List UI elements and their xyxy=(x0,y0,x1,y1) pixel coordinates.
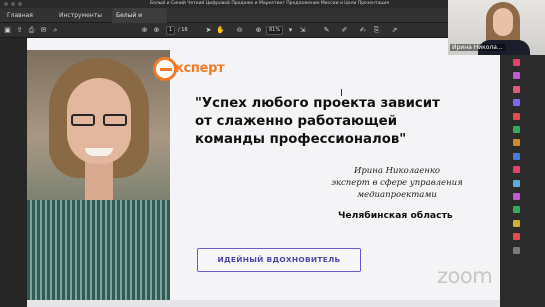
zoom-out-icon[interactable]: ⊖ xyxy=(235,26,244,35)
author-block: Ирина Николаенко эксперт в сфере управле… xyxy=(327,165,467,201)
sidebar-tool-icon[interactable] xyxy=(513,99,520,107)
webcam-tile[interactable]: Ирина Никола... xyxy=(448,0,545,55)
slide-quote: "Успех любого проекта зависит от слаженн… xyxy=(195,96,440,147)
sidebar-tool-icon[interactable] xyxy=(513,166,520,174)
participant-name: Ирина Никола... xyxy=(450,44,505,51)
logo-word: ксперт xyxy=(175,61,225,76)
sidebar-tool-icon[interactable] xyxy=(513,246,520,254)
window-controls xyxy=(4,2,22,6)
zoom-dropdown-icon[interactable]: ▾ xyxy=(286,26,295,35)
upload-icon[interactable]: ⇪ xyxy=(15,26,24,35)
page-number-input[interactable]: 1 xyxy=(166,26,175,35)
tab-document[interactable]: Белый и Синий Ч... × xyxy=(112,8,167,34)
search-icon[interactable]: ⌕ xyxy=(51,26,60,35)
select-cursor-icon[interactable]: ➤ xyxy=(204,26,213,35)
sidebar-tool-icon[interactable] xyxy=(513,139,520,147)
left-panel xyxy=(0,38,27,307)
glasses xyxy=(71,114,129,126)
mail-icon[interactable]: ✉ xyxy=(39,26,48,35)
sidebar-tool-icon[interactable] xyxy=(513,59,520,66)
highlight-icon[interactable]: ✐ xyxy=(340,26,349,35)
share-icon[interactable]: ⇗ xyxy=(390,26,399,35)
title-bar: Белый и Синий Четкий Цифровой Продажи и … xyxy=(0,0,448,8)
tab-tools[interactable]: Инструменты xyxy=(55,8,106,23)
comment-icon[interactable]: ✎ xyxy=(322,26,331,35)
tools-sidebar xyxy=(500,55,545,307)
sidebar-tool-icon[interactable] xyxy=(513,233,520,241)
presentation-slide: ксперт "Успех любого проекта зависит от … xyxy=(27,38,500,300)
close-window-button[interactable] xyxy=(4,2,8,6)
role-badge: ИДЕЙНЫЙ ВДОХНОВИТЕЛЬ xyxy=(197,248,361,272)
toolbar: ▣ ⇪ ⎙ ✉ ⌕ ⊕ ⊕ 1 / 16 ➤ ✋ ⊖ ⊕ 81% ▾ ⇲ ✎ ✐… xyxy=(0,23,448,38)
fit-page-icon[interactable]: ⇲ xyxy=(298,26,307,35)
tab-bar: Главная Инструменты Белый и Синий Ч... × xyxy=(0,8,448,34)
zoom-watermark: zoom xyxy=(437,264,493,288)
maximize-window-button[interactable] xyxy=(18,2,22,6)
sidebar-tool-icon[interactable] xyxy=(513,179,520,187)
hand-icon[interactable]: ✋ xyxy=(216,26,225,35)
tab-home-label: Главная xyxy=(7,12,33,19)
tab-home[interactable]: Главная xyxy=(3,8,37,23)
stamp-icon[interactable]: ⎘ xyxy=(372,26,381,35)
author-role: эксперт в сфере управления медиапроектам… xyxy=(331,178,463,200)
zoom-in-icon[interactable]: ⊕ xyxy=(254,26,263,35)
page-up-icon[interactable]: ⊕ xyxy=(140,26,149,35)
page-total: / 16 xyxy=(178,27,188,33)
slide-bottom-edge xyxy=(27,300,500,307)
tab-tools-label: Инструменты xyxy=(59,12,102,19)
author-name: Ирина Николаенко xyxy=(353,166,441,176)
print-icon[interactable]: ⎙ xyxy=(27,26,36,35)
sidebar-tool-icon[interactable] xyxy=(513,85,520,93)
sidebar-tool-icon[interactable] xyxy=(513,219,520,227)
sidebar-tool-icon[interactable] xyxy=(513,193,520,200)
app-window: Белый и Синий Четкий Цифровой Продажи и … xyxy=(0,0,545,307)
logo-mark-icon xyxy=(153,57,177,81)
sidebar-tool-icon[interactable] xyxy=(513,126,520,133)
page-down-icon[interactable]: ⊕ xyxy=(152,26,161,35)
sidebar-tool-icon[interactable] xyxy=(513,72,520,80)
signature-icon[interactable]: ✍ xyxy=(358,26,367,35)
sidebar-tool-icon[interactable] xyxy=(513,206,520,214)
speaker-photo xyxy=(27,50,170,300)
document-title: Белый и Синий Четкий Цифровой Продажи и … xyxy=(150,1,389,6)
region-label: Челябинская область xyxy=(338,210,453,221)
minimize-window-button[interactable] xyxy=(11,2,15,6)
zoom-level-input[interactable]: 81% xyxy=(266,26,283,35)
sidebar-tool-icon[interactable] xyxy=(513,152,520,160)
sidebar-tool-icon[interactable] xyxy=(513,112,520,120)
save-icon[interactable]: ▣ xyxy=(3,26,12,35)
